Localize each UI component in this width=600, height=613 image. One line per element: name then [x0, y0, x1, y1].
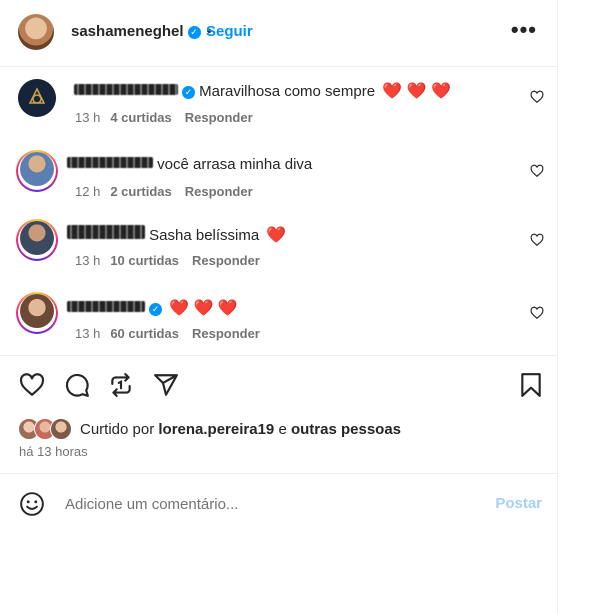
- avatar[interactable]: [18, 79, 56, 117]
- comment-meta: 12 h 2 curtidas Responder: [75, 184, 253, 199]
- liked-by-prefix: Curtido por: [80, 421, 155, 438]
- liked-by-connector: e: [278, 421, 287, 438]
- comment-item: Sasha belíssima ❤️ 13 h 10 curtidas Respon…: [0, 217, 557, 287]
- comment-likes[interactable]: 4 curtidas: [110, 110, 171, 125]
- comment-item: ✓ ❤️ ❤️ ❤️ 13 h 60 curtidas Responder: [0, 290, 557, 360]
- liked-by-text: Curtido por lorena.pereira19 e outras pe…: [80, 421, 401, 438]
- post-comments-panel: sashameneghel ✓ • Seguir ••• ✓ Maravilhosa…: [0, 0, 558, 613]
- redacted-username[interactable]: [74, 84, 178, 95]
- liked-by-user-link[interactable]: lorena.pereira19: [158, 421, 274, 438]
- action-bar: [0, 368, 557, 404]
- comment-text-line: ✓ ❤️ ❤️ ❤️: [67, 298, 238, 318]
- comment-meta: 13 h 60 curtidas Responder: [75, 326, 260, 341]
- verified-icon: ✓: [187, 26, 201, 39]
- avatar: [50, 418, 72, 440]
- heart-emoji: ❤️ ❤️ ❤️: [382, 83, 451, 100]
- comment-likes[interactable]: 2 curtidas: [110, 184, 171, 199]
- comment-item: você arrasa minha diva 12 h 2 curtidas Res…: [0, 148, 557, 218]
- repost-icon[interactable]: [108, 372, 134, 398]
- reply-button[interactable]: Responder: [192, 253, 260, 268]
- comment-time[interactable]: 13 h: [75, 110, 100, 125]
- comment-likes[interactable]: 10 curtidas: [110, 253, 179, 268]
- avatar[interactable]: [20, 152, 54, 186]
- like-icon[interactable]: [19, 372, 45, 398]
- comment-text-line: ✓ Maravilhosa como sempre ❤️ ❤️ ❤️: [74, 81, 451, 101]
- comment-input[interactable]: [63, 492, 467, 516]
- comment-meta: 13 h 4 curtidas Responder: [75, 110, 253, 125]
- comment-like-icon[interactable]: [530, 306, 544, 320]
- emoji-icon[interactable]: [19, 491, 45, 517]
- comment-item: ✓ Maravilhosa como sempre ❤️ ❤️ ❤️ 13 h 4…: [0, 74, 557, 144]
- save-icon[interactable]: [518, 372, 544, 398]
- author-username[interactable]: sashameneghel ✓ •: [71, 23, 218, 40]
- comment-text: você arrasa minha diva: [157, 156, 313, 173]
- comment-meta: 13 h 10 curtidas Responder: [75, 253, 260, 268]
- avatar[interactable]: [20, 221, 54, 255]
- comment-time[interactable]: 13 h: [75, 326, 100, 341]
- comment-text: Sasha belíssima: [149, 227, 260, 244]
- avatar[interactable]: [18, 14, 54, 50]
- comment-text: Maravilhosa como sempre: [199, 83, 376, 100]
- comment-like-icon[interactable]: [530, 90, 544, 104]
- redacted-username[interactable]: [67, 225, 145, 239]
- redacted-username[interactable]: [67, 301, 145, 312]
- comment-like-icon[interactable]: [530, 233, 544, 247]
- verified-icon: ✓: [149, 303, 162, 316]
- verified-icon: ✓: [182, 86, 195, 99]
- author-username-text[interactable]: sashameneghel: [71, 23, 184, 40]
- reply-button[interactable]: Responder: [192, 326, 260, 341]
- comment-text-line: Sasha belíssima ❤️: [67, 225, 286, 245]
- comment-icon[interactable]: [64, 372, 90, 398]
- comment-composer: Postar: [0, 474, 557, 532]
- comment-text-line: você arrasa minha diva: [67, 156, 312, 173]
- reply-button[interactable]: Responder: [185, 110, 253, 125]
- comment-like-icon[interactable]: [530, 164, 544, 178]
- share-icon[interactable]: [153, 372, 179, 398]
- follow-button[interactable]: Seguir: [206, 23, 253, 40]
- comment-time[interactable]: 12 h: [75, 184, 100, 199]
- redacted-username[interactable]: [67, 157, 153, 168]
- heart-emoji: ❤️: [266, 227, 287, 244]
- reply-button[interactable]: Responder: [185, 184, 253, 199]
- avatar[interactable]: [20, 294, 54, 328]
- heart-emoji: ❤️ ❤️ ❤️: [169, 300, 238, 317]
- more-options-icon[interactable]: •••: [511, 19, 537, 41]
- post-timestamp[interactable]: há 13 horas: [19, 444, 88, 459]
- divider: [0, 355, 557, 356]
- avatar-logo-icon: [18, 79, 56, 117]
- post-button[interactable]: Postar: [495, 495, 542, 512]
- comment-likes[interactable]: 60 curtidas: [110, 326, 179, 341]
- liked-by-others-link[interactable]: outras pessoas: [291, 421, 401, 438]
- comment-time[interactable]: 13 h: [75, 253, 100, 268]
- post-header: sashameneghel ✓ • Seguir •••: [0, 0, 557, 67]
